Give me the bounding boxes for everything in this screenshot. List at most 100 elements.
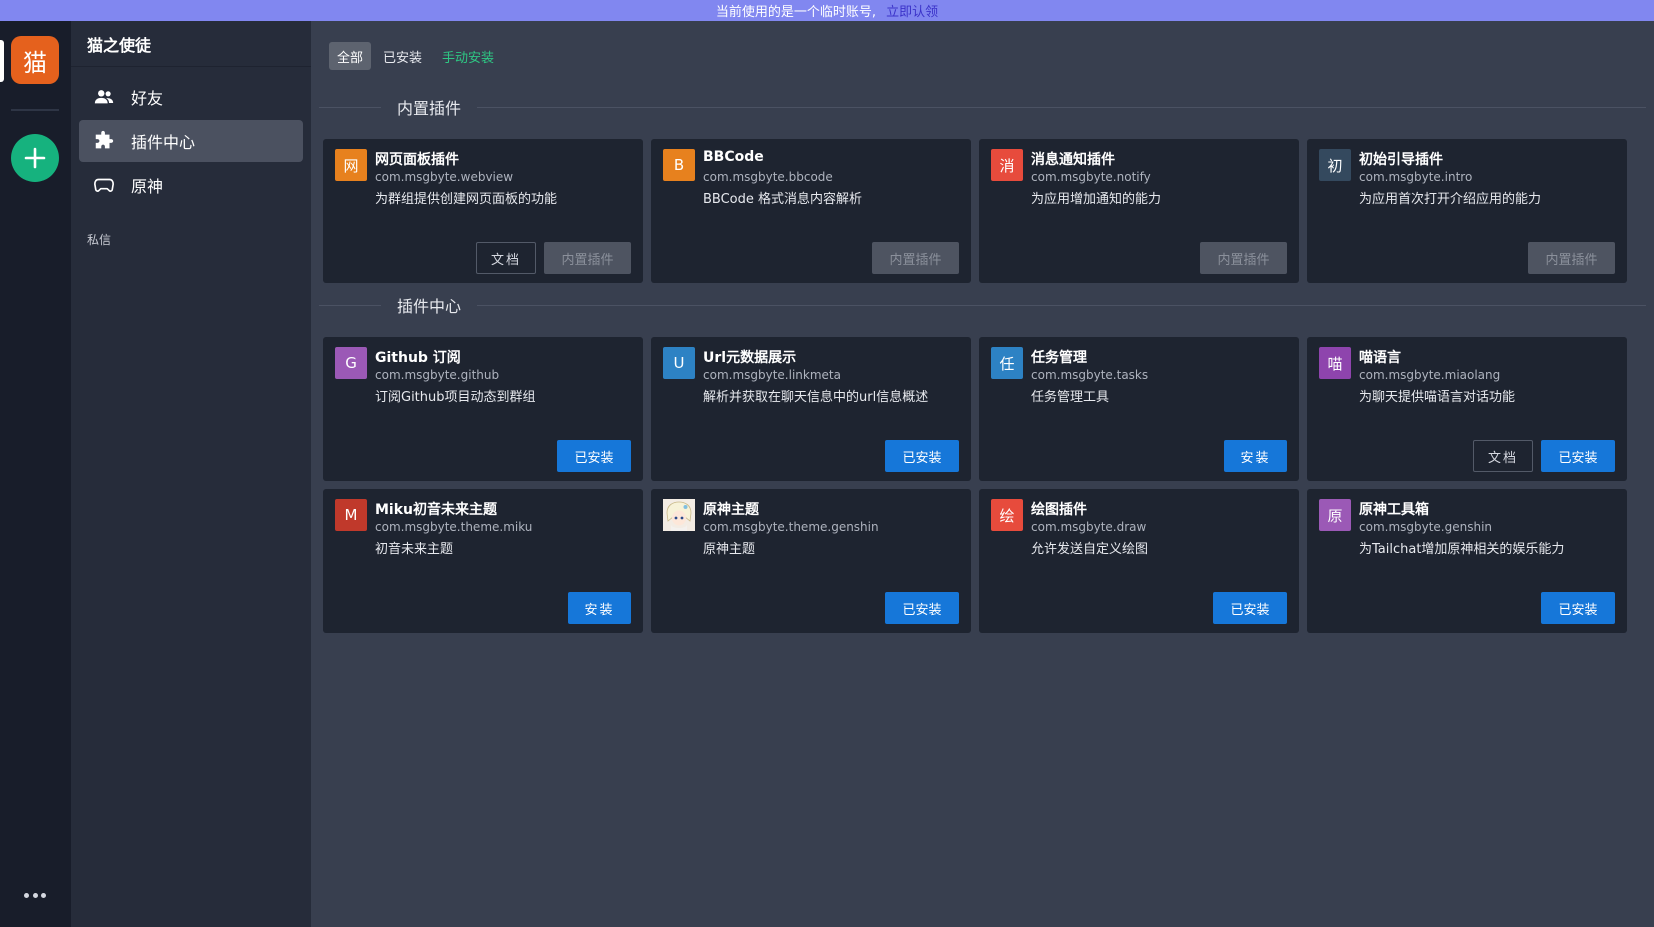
builtin-badge-button: 内置插件 — [1200, 242, 1287, 274]
gamepad-icon — [94, 178, 114, 192]
tab-all[interactable]: 全部 — [329, 42, 372, 70]
plugin-card: B BBCode com.msgbyte.bbcode BBCode 格式消息内… — [651, 139, 971, 283]
plugin-description: 订阅Github项目动态到群组 — [375, 390, 536, 405]
sidebar-item-plugin-center[interactable]: 插件中心 — [79, 120, 303, 162]
plugin-card: 绘 绘图插件 com.msgbyte.draw 允许发送自定义绘图 已安装 — [979, 489, 1299, 633]
plugin-description: 初音未来主题 — [375, 542, 454, 557]
plugin-description: 为应用增加通知的能力 — [1031, 192, 1162, 207]
plugin-package: com.msgbyte.github — [375, 368, 500, 382]
server-logo-char: 猫 — [23, 48, 47, 77]
plugin-package: com.msgbyte.bbcode — [703, 170, 833, 184]
rail-divider — [11, 109, 59, 111]
plugin-card: U Url元数据展示 com.msgbyte.linkmeta 解析并获取在聊天… — [651, 337, 971, 481]
plugin-description: 为聊天提供喵语言对话功能 — [1359, 390, 1516, 405]
plugin-tabs: 全部 已安装 手动安装 — [329, 42, 506, 70]
puzzle-icon — [95, 130, 114, 149]
builtin-section-divider: 内置插件 — [319, 97, 1646, 118]
plugin-icon: U — [663, 347, 695, 379]
plugin-name: 任务管理 — [1031, 350, 1087, 366]
sidebar-item-genshin[interactable]: 原神 — [79, 164, 303, 206]
plugin-package: com.msgbyte.linkmeta — [703, 368, 841, 382]
banner-text: 当前使用的是一个临时账号, — [715, 5, 877, 20]
sidebar-item-friends[interactable]: 好友 — [79, 76, 303, 118]
server-rail: 猫 — [0, 21, 71, 927]
plugin-package: com.msgbyte.genshin — [1359, 520, 1493, 534]
more-dots-icon[interactable] — [18, 888, 52, 902]
direct-message-section-label: 私信 — [87, 233, 112, 247]
builtin-badge-button: 内置插件 — [544, 242, 631, 274]
plugin-icon: 网 — [335, 149, 367, 181]
plugin-card: 消 消息通知插件 com.msgbyte.notify 为应用增加通知的能力 内… — [979, 139, 1299, 283]
plugin-icon: G — [335, 347, 367, 379]
temp-account-banner: 当前使用的是一个临时账号, 立即认领 — [0, 0, 1654, 21]
sidebar: 猫之使徒 好友 插件中心 原神 私信 — [71, 21, 311, 927]
plugin-description: BBCode 格式消息内容解析 — [703, 192, 863, 207]
plugin-name: BBCode — [703, 149, 764, 165]
plugin-name: 原神工具箱 — [1359, 502, 1429, 518]
sidebar-item-label: 好友 — [131, 89, 164, 108]
plugin-card: 网 网页面板插件 com.msgbyte.webview 为群组提供创建网页面板… — [323, 139, 643, 283]
plugin-icon: B — [663, 149, 695, 181]
plugin-name: Github 订阅 — [375, 350, 461, 366]
plugin-name: 喵语言 — [1359, 350, 1401, 366]
plugin-description: 为应用首次打开介绍应用的能力 — [1359, 192, 1542, 207]
installed-button[interactable]: 已安装 — [1213, 592, 1287, 624]
plugin-name: 原神主题 — [703, 502, 759, 518]
installed-button[interactable]: 已安装 — [557, 440, 631, 472]
plugin-description: 任务管理工具 — [1031, 390, 1110, 405]
plugin-description: 解析并获取在聊天信息中的url信息概述 — [703, 390, 929, 405]
section-title: 插件中心 — [397, 297, 462, 316]
plugin-center-main: 全部 已安装 手动安装 内置插件 网 网页面板插件 com.msgbyte.we… — [311, 21, 1654, 927]
plugin-package: com.msgbyte.tasks — [1031, 368, 1149, 382]
install-button[interactable]: 安装 — [1224, 440, 1287, 472]
plugin-card: 喵 喵语言 com.msgbyte.miaolang 为聊天提供喵语言对话功能 … — [1307, 337, 1627, 481]
plugin-icon: 绘 — [991, 499, 1023, 531]
plugin-package: com.msgbyte.webview — [375, 170, 514, 184]
plugin-description: 允许发送自定义绘图 — [1031, 542, 1149, 557]
plugin-description: 为群组提供创建网页面板的功能 — [375, 192, 558, 207]
plugin-icon: 喵 — [1319, 347, 1351, 379]
plugin-package: com.msgbyte.theme.genshin — [703, 520, 879, 534]
tab-installed[interactable]: 已安装 — [375, 42, 430, 70]
sidebar-item-label: 原神 — [131, 177, 164, 196]
plugin-package: com.msgbyte.intro — [1359, 170, 1473, 184]
installed-button[interactable]: 已安装 — [1541, 440, 1615, 472]
plugin-package: com.msgbyte.draw — [1031, 520, 1147, 534]
tab-manual-install[interactable]: 手动安装 — [434, 42, 502, 70]
doc-button[interactable]: 文档 — [475, 242, 536, 274]
plugin-package: com.msgbyte.notify — [1031, 170, 1151, 184]
plugin-name: 消息通知插件 — [1031, 152, 1115, 168]
install-button[interactable]: 安装 — [568, 592, 631, 624]
plugin-description: 为Tailchat增加原神相关的娱乐能力 — [1359, 542, 1565, 557]
installed-button[interactable]: 已安装 — [1541, 592, 1615, 624]
installed-button[interactable]: 已安装 — [885, 440, 959, 472]
section-title: 内置插件 — [397, 99, 462, 118]
plugin-card: 原神主题 com.msgbyte.theme.genshin 原神主题 已安装 — [651, 489, 971, 633]
plus-icon — [24, 147, 46, 169]
plugin-card: G Github 订阅 com.msgbyte.github 订阅Github项… — [323, 337, 643, 481]
doc-button[interactable]: 文档 — [1472, 440, 1533, 472]
plugin-icon: 消 — [991, 149, 1023, 181]
active-server-indicator — [0, 40, 4, 82]
add-server-button[interactable] — [11, 134, 59, 182]
plugin-package: com.msgbyte.miaolang — [1359, 368, 1501, 382]
plugin-icon: 原 — [1319, 499, 1351, 531]
plugin-card: 初 初始引导插件 com.msgbyte.intro 为应用首次打开介绍应用的能… — [1307, 139, 1627, 283]
center-section-divider: 插件中心 — [319, 295, 1646, 316]
users-icon — [94, 90, 114, 104]
center-plugin-grid: G Github 订阅 com.msgbyte.github 订阅Github项… — [323, 337, 1627, 633]
plugin-icon: 初 — [1319, 149, 1351, 181]
plugin-name: Url元数据展示 — [703, 350, 797, 366]
builtin-badge-button: 内置插件 — [872, 242, 959, 274]
server-logo[interactable]: 猫 — [11, 36, 59, 84]
plugin-description: 原神主题 — [703, 542, 756, 557]
builtin-badge-button: 内置插件 — [1528, 242, 1615, 274]
genshin-avatar-icon — [663, 499, 695, 531]
plugin-card: 任 任务管理 com.msgbyte.tasks 任务管理工具 安装 — [979, 337, 1299, 481]
builtin-plugin-grid: 网 网页面板插件 com.msgbyte.webview 为群组提供创建网页面板… — [323, 139, 1627, 283]
plugin-name: 初始引导插件 — [1359, 152, 1443, 168]
claim-account-link[interactable]: 立即认领 — [886, 1, 938, 20]
plugin-name: Miku初音未来主题 — [375, 502, 498, 518]
plugin-icon: 任 — [991, 347, 1023, 379]
installed-button[interactable]: 已安装 — [885, 592, 959, 624]
